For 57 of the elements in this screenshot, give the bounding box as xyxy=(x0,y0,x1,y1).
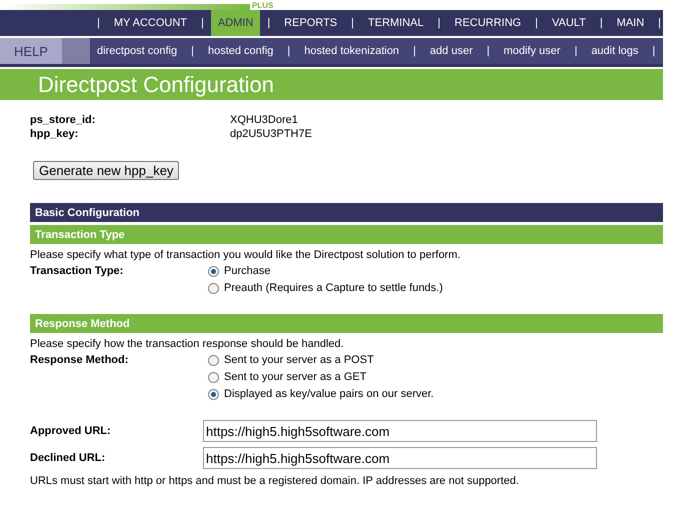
nav-separator: | xyxy=(96,16,101,31)
nav-tab[interactable]: MAIN xyxy=(610,10,652,36)
url-input-field[interactable]: https://high5.high5software.com xyxy=(203,420,597,442)
section-header: Response Method xyxy=(30,314,663,333)
nav-separator: | xyxy=(412,44,417,59)
url-note: URLs must start with http or https and must be a registered domain. IP addresses are not supported. xyxy=(30,475,520,487)
nav-separator: | xyxy=(573,44,578,59)
subnav-link[interactable]: audit logs xyxy=(584,38,646,64)
nav-separator: | xyxy=(286,44,292,59)
generate-key-button[interactable]: Generate new hpp_key xyxy=(33,161,180,180)
field-label: Response Method: xyxy=(30,354,130,368)
nav-separator: | xyxy=(651,44,656,59)
help-button[interactable]: HELP xyxy=(0,38,62,64)
radio-label: Sent to your server as a POST xyxy=(224,354,374,366)
subnav-link[interactable]: directpost config xyxy=(90,38,184,64)
nav-separator: | xyxy=(350,16,356,31)
nav-separator: | xyxy=(657,16,662,31)
nav-separator: | xyxy=(486,44,491,59)
radio-button[interactable] xyxy=(208,354,219,366)
radio-label: Purchase xyxy=(224,265,270,277)
nav-separator: | xyxy=(598,16,604,31)
nav-separator: | xyxy=(436,16,442,31)
section-header: Basic Configuration xyxy=(30,203,663,222)
field-value: XQHU3Dore1 xyxy=(230,114,299,126)
url-input-field[interactable]: https://high5.high5software.com xyxy=(203,447,597,469)
field-label: Transaction Type: xyxy=(30,265,124,279)
nav-separator: | xyxy=(534,16,539,31)
nav-separator: | xyxy=(190,44,195,59)
page-title: Directpost Configuration xyxy=(0,69,663,100)
nav-tab[interactable]: VAULT xyxy=(544,10,593,36)
radio-label: Displayed as key/value pairs on our server. xyxy=(224,388,434,400)
field-value: dp2U5U3PTH7E xyxy=(230,128,313,140)
field-label: hpp_key: xyxy=(30,128,80,140)
subnav-link[interactable]: add user xyxy=(422,38,480,64)
radio-button[interactable] xyxy=(208,266,219,276)
subnav-link[interactable]: modify user xyxy=(496,38,568,64)
field-label: Declined URL: xyxy=(30,452,106,464)
radio-label: Preauth (Requires a Capture to settle funds.) xyxy=(224,282,443,294)
radio-label: Sent to your server as a GET xyxy=(224,371,366,383)
nav-separator: | xyxy=(266,16,272,31)
subnav-link[interactable]: hosted config xyxy=(200,38,280,64)
section-header: Transaction Type xyxy=(30,225,663,244)
section-description: Please specify how the transaction response should be handled. xyxy=(30,338,345,350)
nav-tab[interactable]: TERMINAL xyxy=(361,10,431,36)
nav-tab[interactable]: ADMIN xyxy=(210,10,260,36)
field-label: ps_store_id: xyxy=(30,114,96,126)
subnav-link[interactable]: hosted tokenization xyxy=(297,38,406,64)
nav-tab[interactable]: MY ACCOUNT xyxy=(106,10,194,36)
radio-button[interactable] xyxy=(208,372,219,382)
nav-separator: | xyxy=(200,16,205,31)
section-description: Please specify what type of transaction you would like the Directpost solution to perform. xyxy=(30,249,462,261)
nav-tab[interactable]: RECURRING xyxy=(448,10,528,36)
radio-button[interactable] xyxy=(208,282,219,294)
nav-tab[interactable]: REPORTS xyxy=(277,10,344,36)
field-label: Approved URL: xyxy=(30,425,112,437)
radio-button[interactable] xyxy=(208,388,219,400)
logo-drawing: PLUS xyxy=(0,0,663,10)
